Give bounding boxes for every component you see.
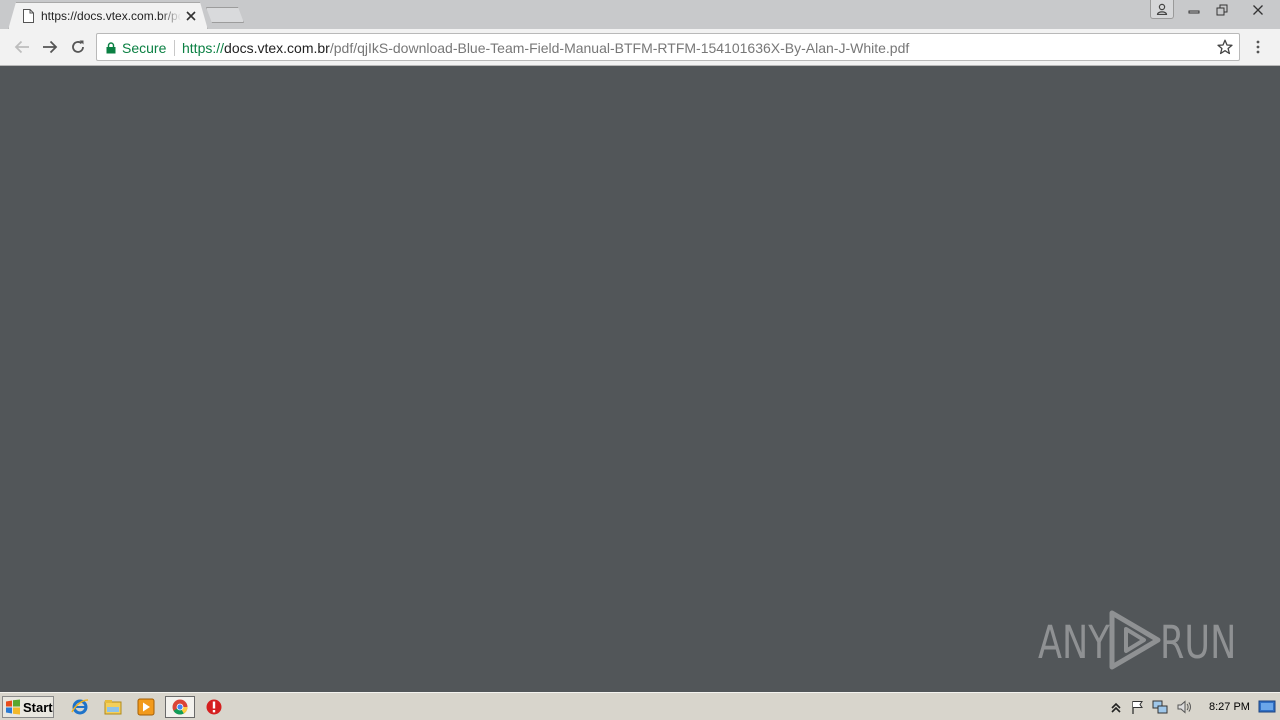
kebab-menu-icon <box>1256 40 1260 54</box>
forward-arrow-icon <box>43 40 58 54</box>
start-label: Start <box>23 699 53 715</box>
watermark-text-left: ANY <box>1038 616 1110 669</box>
show-desktop-icon[interactable] <box>1258 699 1276 715</box>
back-arrow-icon <box>14 40 29 54</box>
file-explorer-icon <box>104 700 122 715</box>
back-button[interactable] <box>12 37 32 57</box>
url-path: /pdf/qjIkS-download-Blue-Team-Field-Manu… <box>329 40 910 56</box>
tab-title: https://docs.vtex.com.br/pdf/qjIkS-downl… <box>41 9 181 23</box>
browser-toolbar: Secure https://docs.vtex.com.br/pdf/qjIk… <box>0 29 1280 66</box>
window-controls <box>1150 0 1280 20</box>
watermark-text-right: RUN <box>1160 616 1237 669</box>
pdf-viewer-area[interactable] <box>0 66 1280 692</box>
action-center-flag-icon[interactable] <box>1130 699 1146 715</box>
bookmark-star-icon[interactable] <box>1217 39 1233 55</box>
close-window-button[interactable] <box>1236 0 1280 19</box>
chrome-icon <box>172 699 188 715</box>
chrome-menu-button[interactable] <box>1250 37 1266 57</box>
security-warning-icon <box>206 699 222 715</box>
url-scheme: https:// <box>182 40 225 56</box>
taskbar-explorer[interactable] <box>103 697 123 717</box>
internet-explorer-icon <box>71 699 89 715</box>
minimize-icon <box>1188 10 1200 13</box>
windows-logo-icon <box>6 699 20 715</box>
tab-close-icon[interactable] <box>185 10 197 22</box>
restore-button[interactable] <box>1208 0 1236 19</box>
close-icon <box>1253 4 1263 15</box>
browser-tab[interactable]: https://docs.vtex.com.br/pdf/qjIkS-downl… <box>8 2 208 30</box>
omnibox-separator <box>174 40 175 56</box>
lock-icon[interactable] <box>106 42 116 54</box>
media-player-icon <box>137 698 155 716</box>
reload-button[interactable] <box>68 37 88 57</box>
windows-taskbar: Start 8:27 PM <box>0 692 1280 720</box>
tab-strip: https://docs.vtex.com.br/pdf/qjIkS-downl… <box>0 0 1280 30</box>
document-icon <box>23 9 34 23</box>
taskbar-warning-app[interactable] <box>204 697 224 717</box>
restore-icon <box>1216 4 1228 15</box>
reload-icon <box>72 40 84 53</box>
profile-button[interactable] <box>1150 0 1174 19</box>
anyrun-watermark: ANY RUN <box>1038 608 1237 672</box>
taskbar-media-player[interactable] <box>136 697 156 717</box>
play-logo-icon <box>1109 610 1161 670</box>
forward-button[interactable] <box>40 37 60 57</box>
url-host: docs.vtex.com.br <box>224 40 330 56</box>
security-label[interactable]: Secure <box>122 40 166 56</box>
address-bar[interactable]: Secure https://docs.vtex.com.br/pdf/qjIk… <box>96 33 1240 61</box>
new-tab-button[interactable] <box>206 7 244 23</box>
user-icon <box>1156 3 1168 15</box>
network-icon[interactable] <box>1152 699 1168 715</box>
start-button[interactable]: Start <box>2 696 54 718</box>
url-text[interactable]: https://docs.vtex.com.br/pdf/qjIkS-downl… <box>182 40 909 56</box>
minimize-button[interactable] <box>1180 0 1208 19</box>
system-clock[interactable]: 8:27 PM <box>1209 701 1250 713</box>
taskbar-chrome[interactable] <box>165 696 195 718</box>
volume-icon[interactable] <box>1176 699 1192 715</box>
taskbar-ie[interactable] <box>70 697 90 717</box>
show-hidden-icons-icon[interactable] <box>1108 699 1124 715</box>
